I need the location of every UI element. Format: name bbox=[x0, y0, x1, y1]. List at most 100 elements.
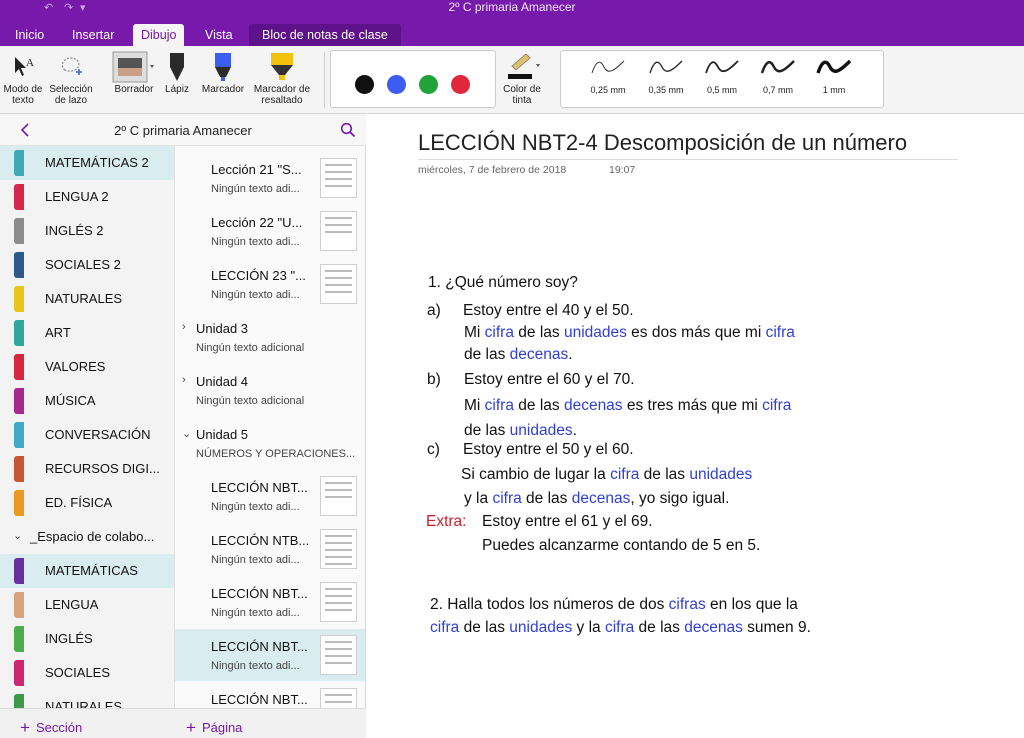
item-a-line-1[interactable]: Estoy entre el 40 y el 50. bbox=[463, 302, 634, 320]
page-item[interactable]: Lección 22 "U... Ningún texto adi... bbox=[175, 205, 365, 257]
question-1[interactable]: 1. ¿Qué número soy? bbox=[428, 274, 578, 292]
section-ingles[interactable]: INGLÉS bbox=[0, 622, 174, 656]
section-sociales[interactable]: SOCIALES bbox=[0, 656, 174, 690]
page-group-unidad-3[interactable]: › Unidad 3 Ningún texto adicional bbox=[175, 311, 365, 363]
color-swatch-red[interactable] bbox=[451, 75, 470, 94]
chevron-left-icon[interactable] bbox=[20, 123, 30, 137]
text-mode-button[interactable]: A Modo de texto bbox=[2, 50, 44, 106]
color-swatch-blue[interactable] bbox=[387, 75, 406, 94]
page-item[interactable]: LECCIÓN NBT... Ningún texto adi... bbox=[175, 576, 365, 628]
section-label: RECURSOS DIGI... bbox=[45, 461, 160, 476]
page-group-title: Unidad 5 bbox=[196, 427, 249, 442]
tab-bloc-de-notas[interactable]: Bloc de notas de clase bbox=[249, 24, 401, 46]
pencil-button[interactable]: Lápiz bbox=[160, 50, 194, 95]
question-2-line-2[interactable]: cifra de las unidades y la cifra de las … bbox=[430, 619, 811, 637]
page-item[interactable]: Lección 21 "S... Ningún texto adi... bbox=[175, 152, 365, 204]
section-color-tab bbox=[14, 558, 24, 584]
section-color-tab bbox=[14, 490, 24, 516]
page-title: LECCIÓN 23 "... bbox=[211, 268, 306, 283]
section-ingles-2[interactable]: INGLÉS 2 bbox=[0, 214, 174, 248]
section-ed-fisica[interactable]: ED. FÍSICA bbox=[0, 486, 174, 520]
ink-color-button[interactable]: Color de tinta bbox=[500, 50, 544, 106]
item-b-marker: b) bbox=[427, 371, 441, 388]
item-c-line-3[interactable]: y la cifra de las decenas, yo sigo igual… bbox=[464, 490, 729, 508]
section-label: LENGUA bbox=[45, 597, 99, 612]
color-swatch-green[interactable] bbox=[419, 75, 438, 94]
navigation-header: 2º C primaria Amanecer bbox=[0, 114, 366, 146]
search-icon[interactable] bbox=[340, 122, 356, 138]
item-c-line-2[interactable]: Si cambio de lugar la cifra de las unida… bbox=[461, 466, 752, 484]
extra-line-1[interactable]: Estoy entre el 61 y el 69. bbox=[482, 513, 653, 531]
section-color-tab bbox=[14, 660, 24, 686]
page-group-unidad-4[interactable]: › Unidad 4 Ningún texto adicional bbox=[175, 364, 365, 416]
section-color-tab bbox=[14, 286, 24, 312]
lasso-select-button[interactable]: Selección de lazo bbox=[46, 50, 96, 106]
pen-stroke-icon bbox=[705, 60, 739, 74]
page-heading[interactable]: LECCIÓN NBT2-4 Descomposición de un núme… bbox=[418, 130, 907, 156]
chevron-right-icon[interactable]: › bbox=[182, 321, 186, 333]
add-page-button[interactable]: + Página bbox=[186, 717, 242, 737]
section-sociales-2[interactable]: SOCIALES 2 bbox=[0, 248, 174, 282]
section-valores[interactable]: VALORES bbox=[0, 350, 174, 384]
pen-025-button[interactable]: 0,25 mm bbox=[579, 55, 637, 95]
item-a-line-3[interactable]: de las decenas. bbox=[464, 346, 573, 364]
marker-icon bbox=[196, 50, 250, 84]
section-naturales[interactable]: NATURALES bbox=[0, 282, 174, 316]
section-art[interactable]: ART bbox=[0, 316, 174, 350]
question-2-line-1[interactable]: 2. Halla todos los números de dos cifras… bbox=[430, 596, 798, 614]
marker-button[interactable]: Marcador bbox=[196, 50, 250, 95]
section-recursos-digitales[interactable]: RECURSOS DIGI... bbox=[0, 452, 174, 486]
color-swatch-black[interactable] bbox=[355, 75, 374, 94]
lasso-label: Selección de lazo bbox=[49, 84, 93, 106]
pen-1-button[interactable]: 1 mm bbox=[805, 55, 863, 95]
section-color-tab bbox=[14, 694, 24, 708]
pen-07-button[interactable]: 0,7 mm bbox=[749, 55, 807, 95]
page-group-unidad-5[interactable]: ⌄ Unidad 5 NÚMEROS Y OPERACIONES... bbox=[175, 417, 365, 469]
pen-035-button[interactable]: 0,35 mm bbox=[637, 55, 695, 95]
item-b-line-2[interactable]: Mi cifra de las decenas es tres más que … bbox=[464, 397, 791, 415]
section-matematicas-2[interactable]: MATEMÁTICAS 2 bbox=[0, 146, 174, 180]
page-preview: Ningún texto adicional bbox=[196, 395, 305, 407]
eraser-label: Borrador bbox=[114, 84, 154, 95]
section-naturales-2[interactable]: NATURALES bbox=[0, 690, 174, 708]
page-canvas[interactable]: LECCIÓN NBT2-4 Descomposición de un núme… bbox=[366, 114, 1024, 738]
extra-line-2[interactable]: Puedes alcanzarme contando de 5 en 5. bbox=[482, 537, 760, 555]
section-lengua-2[interactable]: LENGUA 2 bbox=[0, 180, 174, 214]
page-item[interactable]: LECCIÓN NTB... Ningún texto adi... bbox=[175, 523, 365, 575]
section-color-tab bbox=[14, 422, 24, 448]
title-underline bbox=[418, 159, 958, 160]
chevron-right-icon[interactable]: › bbox=[182, 374, 186, 386]
eraser-icon bbox=[110, 50, 158, 84]
chevron-down-icon[interactable]: ⌄ bbox=[13, 529, 22, 542]
add-section-button[interactable]: + Sección bbox=[20, 717, 82, 737]
section-matematicas[interactable]: MATEMÁTICAS bbox=[0, 554, 174, 588]
tab-vista[interactable]: Vista bbox=[197, 24, 241, 46]
page-item[interactable]: LECCIÓN NBT... bbox=[175, 682, 365, 708]
tab-insertar[interactable]: Insertar bbox=[64, 24, 122, 46]
page-item[interactable]: LECCIÓN NBT... Ningún texto adi... bbox=[175, 470, 365, 522]
tab-inicio[interactable]: Inicio bbox=[7, 24, 52, 46]
page-preview: Ningún texto adi... bbox=[211, 236, 300, 248]
highlighter-button[interactable]: Marcador de resaltado bbox=[250, 50, 314, 106]
pen-thickness-gallery: 0,25 mm 0,35 mm 0,5 mm 0,7 mm 1 mm bbox=[560, 50, 884, 108]
item-a-line-2[interactable]: Mi cifra de las unidades es dos más que … bbox=[464, 324, 795, 342]
chevron-down-icon[interactable]: ⌄ bbox=[182, 427, 191, 440]
onenote-window: ↶ ↷ ▾ 2º C primaria Amanecer Inicio Inse… bbox=[0, 0, 1024, 738]
eraser-button[interactable]: Borrador bbox=[110, 50, 158, 95]
page-title: LECCIÓN NTB... bbox=[211, 533, 310, 548]
add-page-label: Página bbox=[201, 720, 243, 735]
page-item-selected[interactable]: LECCIÓN NBT... Ningún texto adi... bbox=[175, 629, 365, 681]
pen-size-label: 0,7 mm bbox=[762, 85, 793, 95]
page-item[interactable]: LECCIÓN 23 "... Ningún texto adi... bbox=[175, 258, 365, 310]
tab-dibujo[interactable]: Dibujo bbox=[133, 24, 185, 46]
item-b-line-1[interactable]: Estoy entre el 60 y el 70. bbox=[464, 371, 635, 389]
pen-05-button[interactable]: 0,5 mm bbox=[693, 55, 751, 95]
section-group-espacio-colaboracion[interactable]: ⌄ _Espacio de colabo... bbox=[0, 520, 174, 554]
ink-color-label: Color de tinta bbox=[503, 84, 541, 106]
pen-stroke-icon bbox=[649, 60, 683, 74]
item-b-line-3[interactable]: de las unidades. bbox=[464, 422, 577, 440]
item-c-line-1[interactable]: Estoy entre el 50 y el 60. bbox=[463, 441, 634, 459]
section-lengua[interactable]: LENGUA bbox=[0, 588, 174, 622]
section-musica[interactable]: MÚSICA bbox=[0, 384, 174, 418]
section-conversacion[interactable]: CONVERSACIÓN bbox=[0, 418, 174, 452]
